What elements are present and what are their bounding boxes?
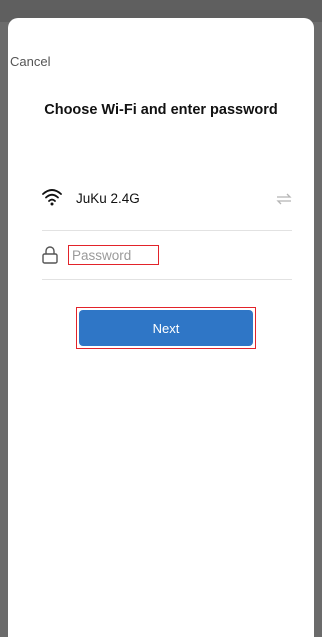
divider: [42, 230, 292, 231]
wifi-ssid: JuKu 2.4G: [76, 191, 140, 206]
next-button[interactable]: Next: [79, 310, 253, 346]
wifi-network-row[interactable]: JuKu 2.4G: [42, 180, 292, 218]
password-input[interactable]: [68, 245, 159, 265]
wifi-setup-sheet: Cancel Choose Wi-Fi and enter password J…: [8, 18, 314, 637]
lock-icon: [42, 246, 58, 264]
page-title: Choose Wi-Fi and enter password: [44, 102, 278, 118]
divider: [42, 279, 292, 280]
wifi-icon: [42, 189, 62, 206]
next-button-highlight: Next: [76, 307, 256, 349]
password-row: [42, 241, 292, 271]
cancel-button[interactable]: Cancel: [10, 54, 50, 69]
switch-network-icon[interactable]: [276, 193, 292, 205]
